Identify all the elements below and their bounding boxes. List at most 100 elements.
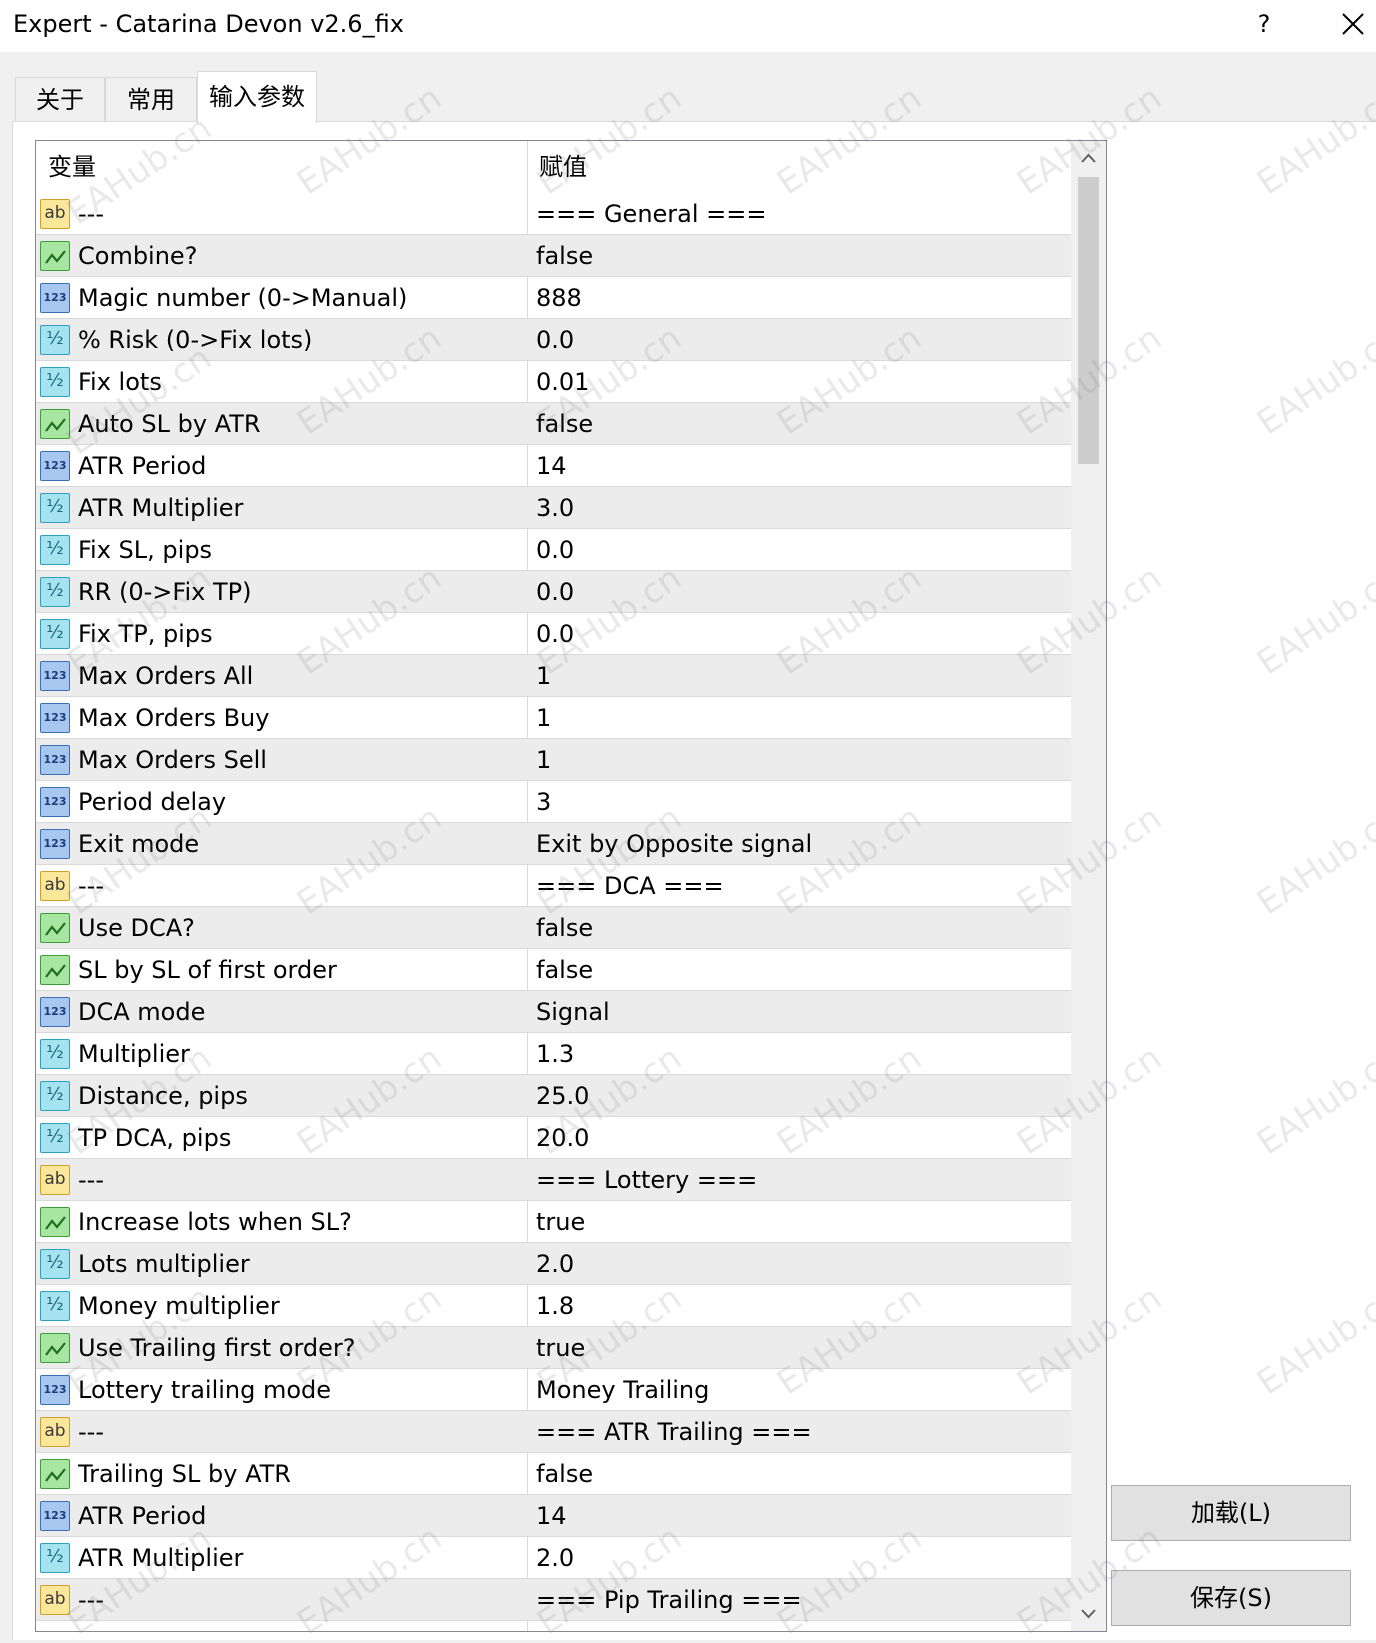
tab-common[interactable]: 常用 <box>105 77 197 121</box>
table-row[interactable]: Lots multiplier 2.0 <box>36 1243 1071 1285</box>
parameter-value[interactable]: true <box>536 1201 1066 1243</box>
parameter-name: RR (0->Fix TP) <box>78 578 252 606</box>
parameter-value[interactable]: 1.3 <box>536 1033 1066 1075</box>
double-type-icon <box>40 493 70 523</box>
table-row[interactable]: % Risk (0->Fix lots) 0.0 <box>36 319 1071 361</box>
table-row[interactable]: --- === Pip Trailing === <box>36 1579 1071 1621</box>
table-row[interactable]: Fix TP, pips 0.0 <box>36 613 1071 655</box>
tab-about[interactable]: 关于 <box>15 77 105 121</box>
vertical-scrollbar[interactable] <box>1071 141 1106 1631</box>
parameter-value[interactable]: 0.0 <box>536 319 1066 361</box>
table-row[interactable]: DCA mode Signal <box>36 991 1071 1033</box>
tab-inputs[interactable]: 输入参数 <box>197 71 317 123</box>
table-row[interactable]: Exit mode Exit by Opposite signal <box>36 823 1071 865</box>
table-row[interactable]: Fix SL, pips 0.0 <box>36 529 1071 571</box>
table-row[interactable]: --- === ATR Trailing === <box>36 1411 1071 1453</box>
table-row[interactable]: Max Orders Buy 1 <box>36 697 1071 739</box>
string-type-icon <box>40 1585 70 1615</box>
string-type-icon <box>40 1165 70 1195</box>
table-row[interactable]: ATR Multiplier 2.0 <box>36 1537 1071 1579</box>
parameter-value[interactable]: Money Trailing <box>536 1369 1066 1411</box>
parameter-value[interactable]: Signal <box>536 991 1066 1033</box>
parameter-value[interactable]: false <box>536 235 1066 277</box>
parameter-value[interactable]: === Pip Trailing === <box>536 1579 1066 1621</box>
parameter-value[interactable]: 14 <box>536 445 1066 487</box>
table-row[interactable]: Money multiplier 1.8 <box>36 1285 1071 1327</box>
parameter-value[interactable]: 1 <box>536 655 1066 697</box>
table-row[interactable]: Period delay 3 <box>36 781 1071 823</box>
table-row[interactable]: TP DCA, pips 20.0 <box>36 1117 1071 1159</box>
parameter-name: --- <box>78 200 104 228</box>
parameter-value[interactable]: 25.0 <box>536 1075 1066 1117</box>
double-type-icon <box>40 619 70 649</box>
column-header-variable[interactable]: 变量 <box>48 141 96 193</box>
parameter-value[interactable]: 2.0 <box>536 1243 1066 1285</box>
table-row[interactable]: RR (0->Fix TP) 0.0 <box>36 571 1071 613</box>
table-row[interactable]: Distance, pips 25.0 <box>36 1075 1071 1117</box>
parameter-value[interactable]: 20.0 <box>536 1117 1066 1159</box>
table-row[interactable]: --- === Lottery === <box>36 1159 1071 1201</box>
table-row[interactable]: SL by SL of first order false <box>36 949 1071 991</box>
parameter-value[interactable]: 14 <box>536 1495 1066 1537</box>
parameter-value[interactable]: 1 <box>536 697 1066 739</box>
parameter-value[interactable]: 0.0 <box>536 613 1066 655</box>
double-type-icon <box>40 1039 70 1069</box>
parameter-name: Combine? <box>78 242 198 270</box>
table-row[interactable]: Use DCA? false <box>36 907 1071 949</box>
table-row[interactable]: Auto SL by ATR false <box>36 403 1071 445</box>
window-title: Expert - Catarina Devon v2.6_fix <box>13 10 404 38</box>
parameter-value[interactable]: === ATR Trailing === <box>536 1411 1066 1453</box>
close-button[interactable] <box>1330 2 1376 46</box>
parameter-name: Max Orders Buy <box>78 704 270 732</box>
table-row[interactable]: Lottery trailing mode Money Trailing <box>36 1369 1071 1411</box>
table-row[interactable]: --- === General === <box>36 193 1071 235</box>
table-row[interactable]: ATR Period 14 <box>36 445 1071 487</box>
table-row[interactable]: Trailing SL by ATR false <box>36 1453 1071 1495</box>
help-button[interactable]: ? <box>1240 4 1288 44</box>
table-row[interactable]: ATR Period 14 <box>36 1495 1071 1537</box>
table-row[interactable]: Use Trailing first order? true <box>36 1327 1071 1369</box>
save-button[interactable]: 保存(S) <box>1111 1570 1351 1626</box>
parameter-value[interactable]: true <box>536 1327 1066 1369</box>
table-row[interactable]: Max Orders All 1 <box>36 655 1071 697</box>
parameter-value[interactable]: 3 <box>536 781 1066 823</box>
parameter-value[interactable]: 0.0 <box>536 529 1066 571</box>
scroll-thumb[interactable] <box>1078 177 1099 464</box>
table-row[interactable]: ATR Multiplier 3.0 <box>36 487 1071 529</box>
parameter-value[interactable]: 1 <box>536 739 1066 781</box>
parameter-value[interactable]: false <box>536 403 1066 445</box>
table-row[interactable]: Max Orders Sell 1 <box>36 739 1071 781</box>
column-header-value[interactable]: 赋值 <box>539 141 587 193</box>
parameter-value[interactable]: === General === <box>536 193 1066 235</box>
parameter-value[interactable]: 0.01 <box>536 361 1066 403</box>
parameter-value[interactable]: === Lottery === <box>536 1159 1066 1201</box>
parameter-value[interactable]: false <box>536 1453 1066 1495</box>
parameter-value[interactable]: 3.0 <box>536 487 1066 529</box>
parameter-value[interactable]: Exit by Opposite signal <box>536 823 1066 865</box>
table-row[interactable]: Fix lots 0.01 <box>36 361 1071 403</box>
integer-type-icon <box>40 1375 70 1405</box>
table-row[interactable]: Combine? false <box>36 235 1071 277</box>
integer-type-icon <box>40 787 70 817</box>
integer-type-icon <box>40 703 70 733</box>
string-type-icon <box>40 1417 70 1447</box>
parameter-name: Max Orders All <box>78 662 254 690</box>
parameter-value[interactable]: === DCA === <box>536 865 1066 907</box>
table-row[interactable]: Multiplier 1.3 <box>36 1033 1071 1075</box>
table-row[interactable]: --- === DCA === <box>36 865 1071 907</box>
parameter-value[interactable]: false <box>536 907 1066 949</box>
parameter-value[interactable]: 0.0 <box>536 571 1066 613</box>
boolean-type-icon <box>40 1333 70 1363</box>
integer-type-icon <box>40 283 70 313</box>
parameter-name: --- <box>78 1418 104 1446</box>
table-row[interactable]: Magic number (0->Manual) 888 <box>36 277 1071 319</box>
load-button[interactable]: 加载(L) <box>1111 1485 1351 1541</box>
table-row[interactable]: Increase lots when SL? true <box>36 1201 1071 1243</box>
double-type-icon <box>40 1123 70 1153</box>
parameter-value[interactable]: 1.8 <box>536 1285 1066 1327</box>
scroll-down-button[interactable] <box>1071 1595 1106 1631</box>
scroll-up-button[interactable] <box>1071 141 1106 177</box>
parameter-value[interactable]: false <box>536 949 1066 991</box>
parameter-value[interactable]: 888 <box>536 277 1066 319</box>
parameter-value[interactable]: 2.0 <box>536 1537 1066 1579</box>
